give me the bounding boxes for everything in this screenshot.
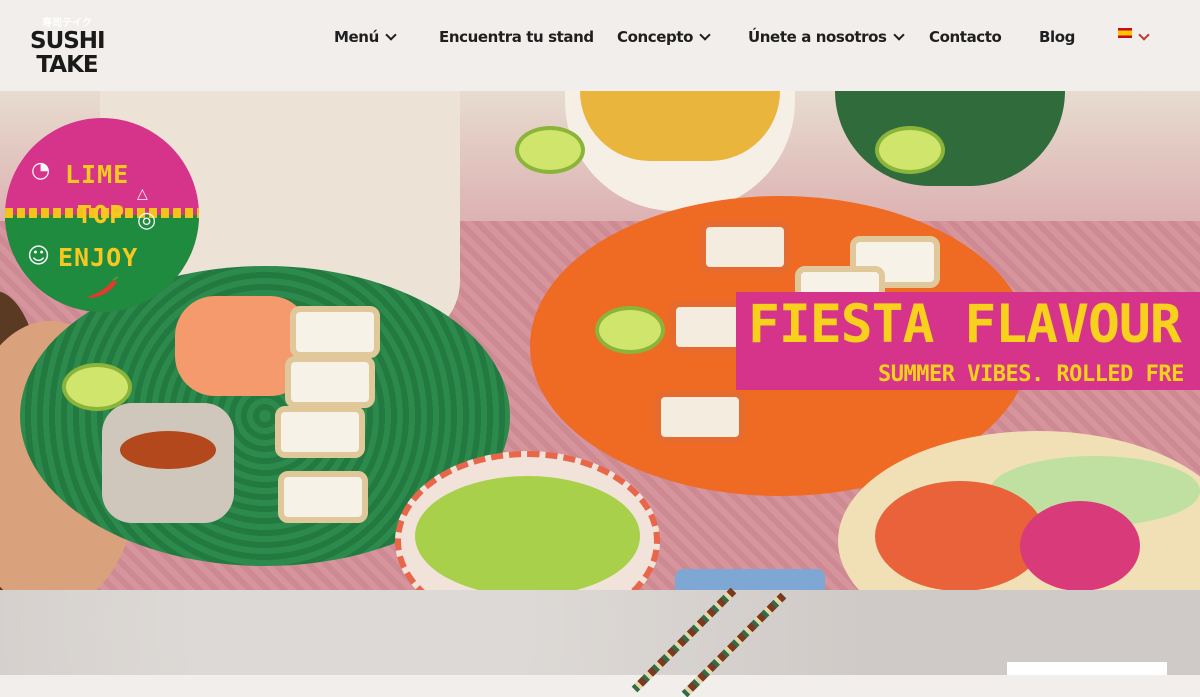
lime-icon: ◔ — [31, 158, 51, 183]
nav-item-label: Contacto — [929, 28, 1002, 46]
nav-item-join-us[interactable]: Únete a nosotros — [748, 28, 905, 48]
promo-subtitle: SUMMER VIBES. ROLLED FRE — [878, 362, 1184, 387]
badge-line-enjoy: ENJOY — [58, 243, 139, 272]
nav-item-label: Únete a nosotros — [748, 28, 887, 46]
salmon-tartare-image — [875, 481, 1045, 590]
dark-plate-image — [835, 91, 1065, 186]
nav-item-label: Concepto — [617, 28, 694, 46]
badge-line-top: TOP — [77, 200, 126, 229]
nav-item-label: Menú — [334, 28, 379, 46]
nav-item-menu[interactable]: Menú — [334, 28, 397, 48]
sushi-roll-image — [290, 306, 380, 358]
chevron-down-icon — [385, 29, 397, 41]
sauce-image — [120, 431, 216, 469]
spain-flag-icon[interactable] — [1118, 28, 1132, 38]
sushi-roll-image — [278, 471, 368, 523]
lime-slice-image — [595, 306, 665, 354]
nav-item-blog[interactable]: Blog — [1039, 28, 1075, 48]
lime-slice-image — [875, 126, 945, 174]
chili-pepper-icon — [89, 276, 119, 298]
smiley-icon: ☺ — [27, 244, 50, 269]
sushi-roll-image — [655, 391, 745, 443]
nav-item-concept[interactable]: Concepto — [617, 28, 711, 48]
sushi-take-logo[interactable]: 寿司テイク SUSHI TAKE — [30, 14, 106, 84]
sushi-roll-image — [275, 406, 365, 458]
chevron-down-icon — [699, 29, 711, 41]
language-chevron-down-icon[interactable] — [1138, 29, 1150, 41]
logo-line-2: TAKE — [36, 52, 98, 78]
promo-title: FIESTA FLAVOUR — [748, 294, 1182, 355]
pickled-onion-image — [1020, 501, 1140, 590]
sushi-roll-icon: ◎ — [137, 208, 157, 233]
white-card — [1007, 662, 1167, 675]
phone-image — [675, 569, 825, 590]
sushi-roll-image — [285, 356, 375, 408]
lime-top-enjoy-badge: ◔ LIME △ TOP ◎ ☺ ENJOY — [5, 118, 199, 312]
site-header: 寿司テイク SUSHI TAKE Menú Encuentra tu stand… — [0, 0, 1200, 91]
lime-slice-image — [62, 363, 132, 411]
logo-line-1: SUSHI — [30, 28, 106, 54]
badge-line-lime: LIME — [65, 160, 130, 189]
nav-item-label: Blog — [1039, 28, 1076, 46]
chevron-down-icon — [892, 29, 905, 41]
lime-wedges-image — [415, 476, 640, 590]
nav-item-label: Encuentra tu stand — [439, 28, 594, 46]
sushi-roll-image — [700, 221, 790, 273]
nav-item-contact[interactable]: Contacto — [929, 28, 1002, 48]
lime-slice-image — [515, 126, 585, 174]
nacho-icon: △ — [137, 186, 148, 202]
nav-item-find-stand[interactable]: Encuentra tu stand — [439, 28, 594, 48]
logo-japanese-text: 寿司テイク — [42, 18, 92, 29]
